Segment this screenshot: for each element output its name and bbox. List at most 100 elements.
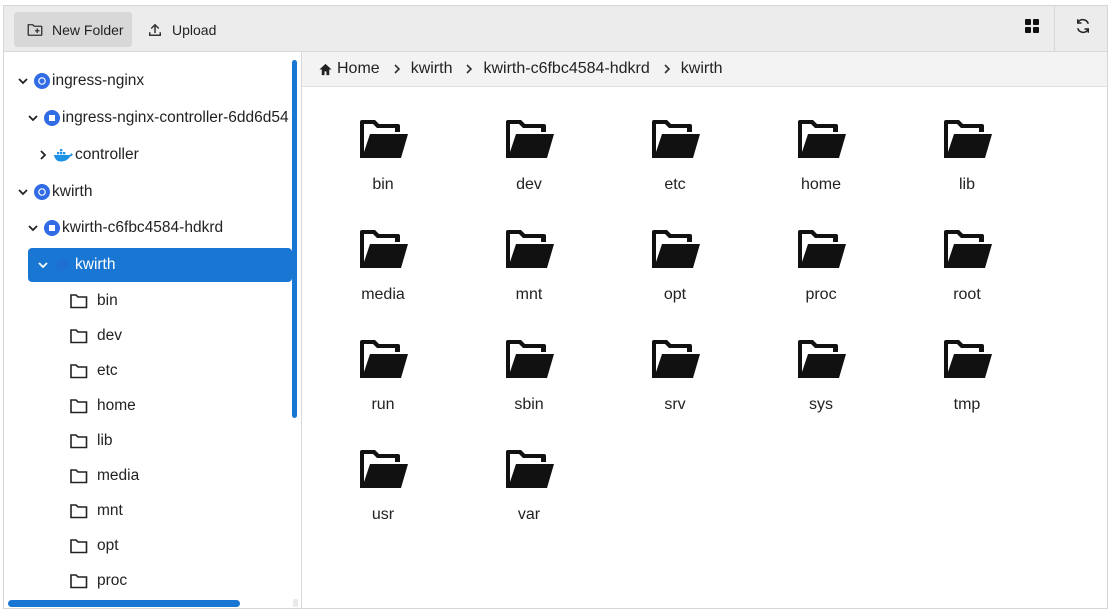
folder-open-icon <box>650 338 700 380</box>
tree-item-label: bin <box>97 292 118 309</box>
tree-folder-home[interactable]: home <box>70 389 136 423</box>
tree-item-ingress-nginx-controller[interactable]: ingress-nginx-controller-6dd6d54 <box>27 101 289 135</box>
folder-open-icon <box>358 228 408 270</box>
folder-tile-sys[interactable]: sys <box>748 327 894 437</box>
vertical-scrollbar[interactable] <box>292 60 297 418</box>
folder-tile-opt[interactable]: opt <box>602 217 748 327</box>
folder-tile-var[interactable]: var <box>456 437 602 547</box>
folder-open-icon <box>942 118 992 160</box>
file-browser: New Folder Upload ingress-nginx ingress-… <box>3 5 1108 609</box>
tree-item-label: proc <box>97 572 128 589</box>
folder-tile-label: home <box>800 176 842 193</box>
folder-open-icon <box>942 228 992 270</box>
tree-item-ingress-nginx[interactable]: ingress-nginx <box>17 64 144 98</box>
folder-tile-label: srv <box>664 396 686 413</box>
chevron-down-icon <box>27 222 39 234</box>
folder-tile-proc[interactable]: proc <box>748 217 894 327</box>
breadcrumb-label: kwirth <box>680 60 723 77</box>
tree-item-kwirth-namespace[interactable]: kwirth <box>17 175 92 209</box>
folder-tile-etc[interactable]: etc <box>602 107 748 217</box>
folder-open-icon <box>358 448 408 490</box>
folder-tile-usr[interactable]: usr <box>310 437 456 547</box>
folder-tile-home[interactable]: home <box>748 107 894 217</box>
folder-tile-root[interactable]: root <box>894 217 1040 327</box>
folder-open-icon <box>650 118 700 160</box>
folder-tile-label: run <box>371 396 395 413</box>
tree-item-label: opt <box>97 537 119 554</box>
folder-tile-label: lib <box>958 176 975 193</box>
folder-open-icon <box>942 338 992 380</box>
tree-folder-proc[interactable]: proc <box>70 564 127 598</box>
tree-folder-bin[interactable]: bin <box>70 284 118 318</box>
refresh-button[interactable] <box>1059 6 1107 51</box>
folder-open-icon <box>504 118 554 160</box>
folder-tile-label: var <box>517 506 541 523</box>
breadcrumb-label: kwirth-c6fbc4584-hdkrd <box>483 60 650 77</box>
docker-icon <box>53 257 73 273</box>
folder-tile-mnt[interactable]: mnt <box>456 217 602 327</box>
folder-outline-icon <box>70 573 88 589</box>
folder-tile-dev[interactable]: dev <box>456 107 602 217</box>
folder-tile-label: root <box>953 286 981 303</box>
tree-folder-mnt[interactable]: mnt <box>70 494 123 528</box>
tree-item-kwirth-pod[interactable]: kwirth-c6fbc4584-hdkrd <box>27 211 223 245</box>
folder-tile-label: sys <box>809 396 833 413</box>
folder-outline-icon <box>70 328 88 344</box>
new-folder-button[interactable]: New Folder <box>14 12 132 47</box>
folder-tile-label: tmp <box>953 396 981 413</box>
tree-folder-lib[interactable]: lib <box>70 424 113 458</box>
folder-tile-bin[interactable]: bin <box>310 107 456 217</box>
folder-tile-label: etc <box>664 176 686 193</box>
breadcrumb-namespace[interactable]: kwirth <box>411 60 453 78</box>
tree-folder-etc[interactable]: etc <box>70 354 118 388</box>
upload-button[interactable]: Upload <box>142 12 222 47</box>
folder-tree: ingress-nginx ingress-nginx-controller-6… <box>4 52 302 608</box>
folder-tile-tmp[interactable]: tmp <box>894 327 1040 437</box>
folder-outline-icon <box>70 398 88 414</box>
folder-tile-srv[interactable]: srv <box>602 327 748 437</box>
folder-tile-label: opt <box>663 286 687 303</box>
breadcrumb-container[interactable]: kwirth <box>681 60 723 78</box>
folder-tile-run[interactable]: run <box>310 327 456 437</box>
tree-item-kwirth-container[interactable]: kwirth <box>28 248 292 282</box>
grid-view-icon <box>1024 18 1040 39</box>
tree-folder-dev[interactable]: dev <box>70 319 122 353</box>
folder-tile-label: media <box>361 286 405 303</box>
breadcrumb-pod[interactable]: kwirth-c6fbc4584-hdkrd <box>483 60 649 78</box>
kubernetes-pod-icon <box>43 219 61 237</box>
docker-icon <box>53 147 73 163</box>
grid-view-button[interactable] <box>1009 6 1055 51</box>
breadcrumb-label: Home <box>337 60 380 77</box>
folder-tile-sbin[interactable]: sbin <box>456 327 602 437</box>
tree-item-label: kwirth <box>75 256 116 273</box>
folder-tile-label: usr <box>371 506 395 523</box>
chevron-right-icon <box>464 63 474 75</box>
kubernetes-pod-icon <box>43 109 61 127</box>
folder-open-icon <box>358 338 408 380</box>
breadcrumb-label: kwirth <box>410 60 453 77</box>
folder-tile-media[interactable]: media <box>310 217 456 327</box>
kubernetes-icon <box>33 72 51 90</box>
home-icon <box>318 62 333 77</box>
tree-item-label: lib <box>97 432 113 449</box>
breadcrumb-home[interactable]: Home <box>318 60 380 78</box>
tree-item-label: dev <box>97 327 122 344</box>
folder-open-icon <box>650 228 700 270</box>
folder-open-icon <box>796 118 846 160</box>
refresh-icon <box>1074 17 1092 40</box>
folder-outline-icon <box>70 293 88 309</box>
chevron-right-icon <box>37 149 49 161</box>
tree-folder-media[interactable]: media <box>70 459 139 493</box>
folder-outline-icon <box>70 433 88 449</box>
folder-tile-lib[interactable]: lib <box>894 107 1040 217</box>
tree-folder-opt[interactable]: opt <box>70 529 119 563</box>
folder-outline-icon <box>70 468 88 484</box>
tree-item-controller[interactable]: controller <box>37 138 139 172</box>
toolbar: New Folder Upload <box>4 6 1107 52</box>
tree-item-label: ingress-nginx-controller-6dd6d54 <box>62 109 289 126</box>
chevron-right-icon <box>662 63 672 75</box>
tree-item-label: mnt <box>97 502 123 519</box>
folder-open-icon <box>358 118 408 160</box>
folder-tile-label: bin <box>372 176 394 193</box>
horizontal-scrollbar[interactable] <box>8 600 240 607</box>
